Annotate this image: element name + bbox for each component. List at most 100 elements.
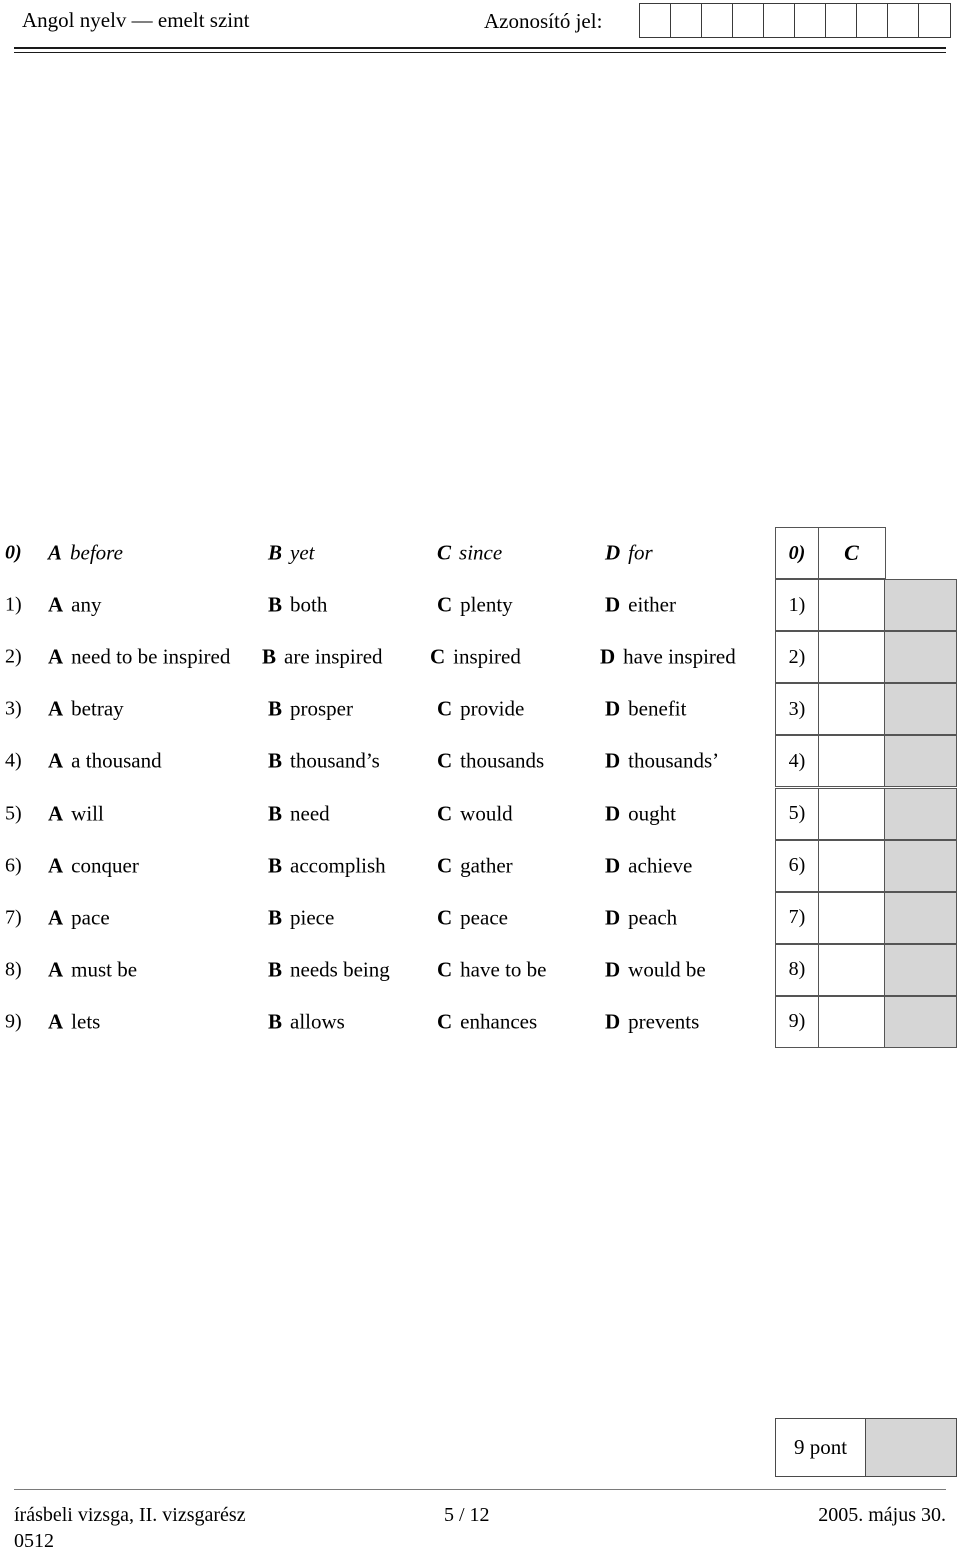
answer-scoring-cell[interactable] — [884, 839, 957, 892]
answer-input-cell[interactable] — [817, 839, 886, 892]
option-text: will — [71, 801, 104, 826]
answer-input-cell[interactable] — [817, 995, 886, 1048]
question-row: 7) Apace Bpiece Cpeace Dpeach — [0, 892, 775, 944]
option-text: prevents — [628, 1009, 700, 1034]
option-text: provide — [460, 696, 525, 721]
identifier-box-cell[interactable] — [919, 4, 950, 37]
option-c[interactable]: Chave to be — [437, 957, 546, 982]
option-a[interactable]: Aa thousand — [48, 749, 162, 774]
answer-input-cell[interactable] — [817, 787, 886, 840]
option-d[interactable]: Dought — [605, 801, 676, 826]
option-text: gather — [460, 853, 513, 878]
option-d[interactable]: Dachieve — [605, 853, 692, 878]
option-c[interactable]: Cpeace — [437, 905, 508, 930]
option-text: peace — [460, 905, 508, 930]
footer-date: 2005. május 30. — [818, 1504, 946, 1526]
option-b[interactable]: Ballows — [268, 1009, 345, 1034]
option-a[interactable]: Apace — [48, 905, 110, 930]
option-d[interactable]: Dhave inspired — [600, 645, 736, 670]
option-b[interactable]: Bprosper — [268, 697, 353, 722]
option-text: plenty — [460, 592, 513, 617]
option-c[interactable]: Cenhances — [437, 1009, 537, 1034]
option-b[interactable]: Bpiece — [268, 905, 334, 930]
option-a[interactable]: Awill — [48, 801, 104, 826]
option-text: pace — [71, 905, 110, 930]
identifier-box-cell[interactable] — [857, 4, 888, 37]
option-a[interactable]: Alets — [48, 1009, 100, 1034]
question-number: 4) — [5, 749, 22, 772]
option-c[interactable]: Cgather — [437, 853, 513, 878]
answer-scoring-cell[interactable] — [884, 579, 957, 632]
option-text: prosper — [290, 696, 353, 721]
question-number: 1) — [5, 593, 22, 616]
option-c[interactable]: Cwould — [437, 801, 513, 826]
answer-input-cell[interactable] — [817, 891, 886, 944]
option-d[interactable]: Deither — [605, 593, 676, 618]
option-b[interactable]: Bneed — [268, 801, 330, 826]
identifier-box-cell[interactable] — [888, 4, 919, 37]
option-letter: D — [605, 540, 621, 565]
answer-input-cell[interactable] — [817, 631, 886, 684]
option-d[interactable]: Dfor — [605, 541, 653, 566]
option-d[interactable]: Dwould be — [605, 957, 706, 982]
option-a[interactable]: Aany — [48, 593, 102, 618]
identifier-box-cell[interactable] — [640, 4, 671, 37]
option-b[interactable]: Bthousand’s — [268, 749, 380, 774]
option-letter: B — [268, 540, 283, 565]
option-letter: C — [437, 801, 453, 826]
option-letter: A — [48, 540, 63, 565]
option-b[interactable]: Baccomplish — [268, 853, 386, 878]
answer-scoring-cell[interactable] — [884, 683, 957, 736]
answer-input-cell[interactable] — [817, 735, 886, 788]
option-text: thousand’s — [290, 748, 380, 773]
answer-scoring-cell[interactable] — [884, 735, 957, 788]
identifier-box-cell[interactable] — [764, 4, 795, 37]
answer-scoring-cell[interactable] — [884, 943, 957, 996]
answer-table: 0) C 1) 2) 3) 4) 5) 6) 7) 8) 9) — [775, 527, 957, 1049]
option-c[interactable]: Cthousands — [437, 749, 544, 774]
points-score-field[interactable] — [866, 1419, 956, 1476]
option-b[interactable]: Byet — [268, 541, 315, 566]
option-c[interactable]: Cplenty — [437, 593, 513, 618]
option-b[interactable]: Bboth — [268, 593, 327, 618]
option-c[interactable]: Csince — [437, 541, 502, 566]
answer-scoring-cell[interactable] — [884, 995, 957, 1048]
answer-input-cell[interactable] — [817, 943, 886, 996]
option-d[interactable]: Dprevents — [605, 1009, 699, 1034]
option-letter: A — [48, 748, 64, 773]
answer-row-number: 1) — [775, 579, 819, 632]
answer-row: 3) — [775, 683, 957, 736]
question-number: 6) — [5, 854, 22, 877]
option-d[interactable]: Dbenefit — [605, 697, 686, 722]
answer-scoring-cell[interactable] — [884, 787, 957, 840]
answer-input-cell[interactable] — [817, 683, 886, 736]
option-a[interactable]: Aneed to be inspired — [48, 645, 230, 670]
option-a[interactable]: Abetray — [48, 697, 124, 722]
identifier-box-cell[interactable] — [702, 4, 733, 37]
answer-input-cell[interactable] — [817, 579, 886, 632]
option-a[interactable]: Aconquer — [48, 853, 139, 878]
answer-input-cell[interactable]: C — [817, 527, 886, 580]
identifier-box-cell[interactable] — [826, 4, 857, 37]
option-letter: A — [48, 801, 64, 826]
option-b[interactable]: Bare inspired — [262, 645, 383, 670]
option-letter: B — [268, 853, 283, 878]
option-d[interactable]: Dthousands’ — [605, 749, 719, 774]
option-d[interactable]: Dpeach — [605, 905, 677, 930]
answer-scoring-cell[interactable] — [884, 891, 957, 944]
identifier-box-cell[interactable] — [795, 4, 826, 37]
identifier-boxes[interactable] — [639, 3, 951, 38]
option-a[interactable]: Amust be — [48, 957, 137, 982]
question-row: 6) Aconquer Baccomplish Cgather Dachieve — [0, 840, 775, 892]
option-c[interactable]: Cinspired — [430, 645, 521, 670]
option-letter: C — [437, 748, 453, 773]
option-a[interactable]: Abefore — [48, 541, 123, 566]
option-letter: D — [605, 853, 621, 878]
answer-scoring-cell[interactable] — [884, 631, 957, 684]
identifier-box-cell[interactable] — [671, 4, 702, 37]
identifier-box-cell[interactable] — [733, 4, 764, 37]
option-c[interactable]: Cprovide — [437, 697, 524, 722]
option-b[interactable]: Bneeds being — [268, 957, 390, 982]
footer-divider — [14, 1489, 946, 1490]
answer-row-number: 8) — [775, 943, 819, 996]
